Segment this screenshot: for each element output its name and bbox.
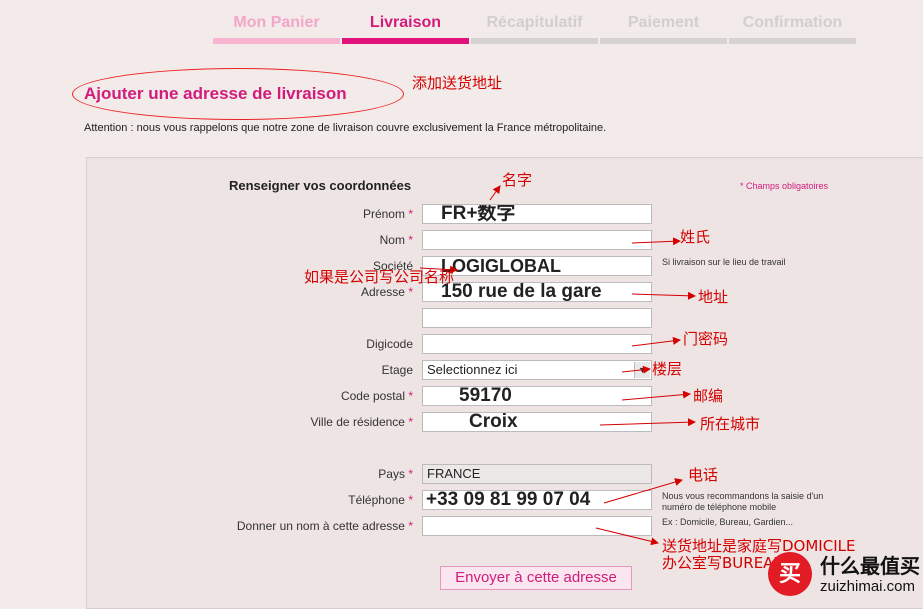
logo-name-cn: 什么最值买 [820,556,920,578]
annotation-etage: 楼层 [652,360,683,378]
annotation-adresse: 地址 [698,288,729,306]
logo-name-en: zuizhimai.com [820,578,916,595]
annotation-add-address: 添加送货地址 [412,74,503,92]
annotation-ville: 所在城市 [700,415,761,433]
annotation-telephone: 电话 [688,466,719,484]
watermark-logo: 买 什么最值买 zuizhimai.com [762,548,922,606]
logo-mark: 买 [768,552,812,596]
annotation-nom: 姓氏 [680,228,711,246]
annotation-societe: 如果是公司写公司名称 [304,268,455,286]
annotation-code-postal: 邮编 [693,387,724,405]
annotation-prenom: 名字 [502,171,533,189]
annotation-digicode: 门密码 [683,330,729,348]
